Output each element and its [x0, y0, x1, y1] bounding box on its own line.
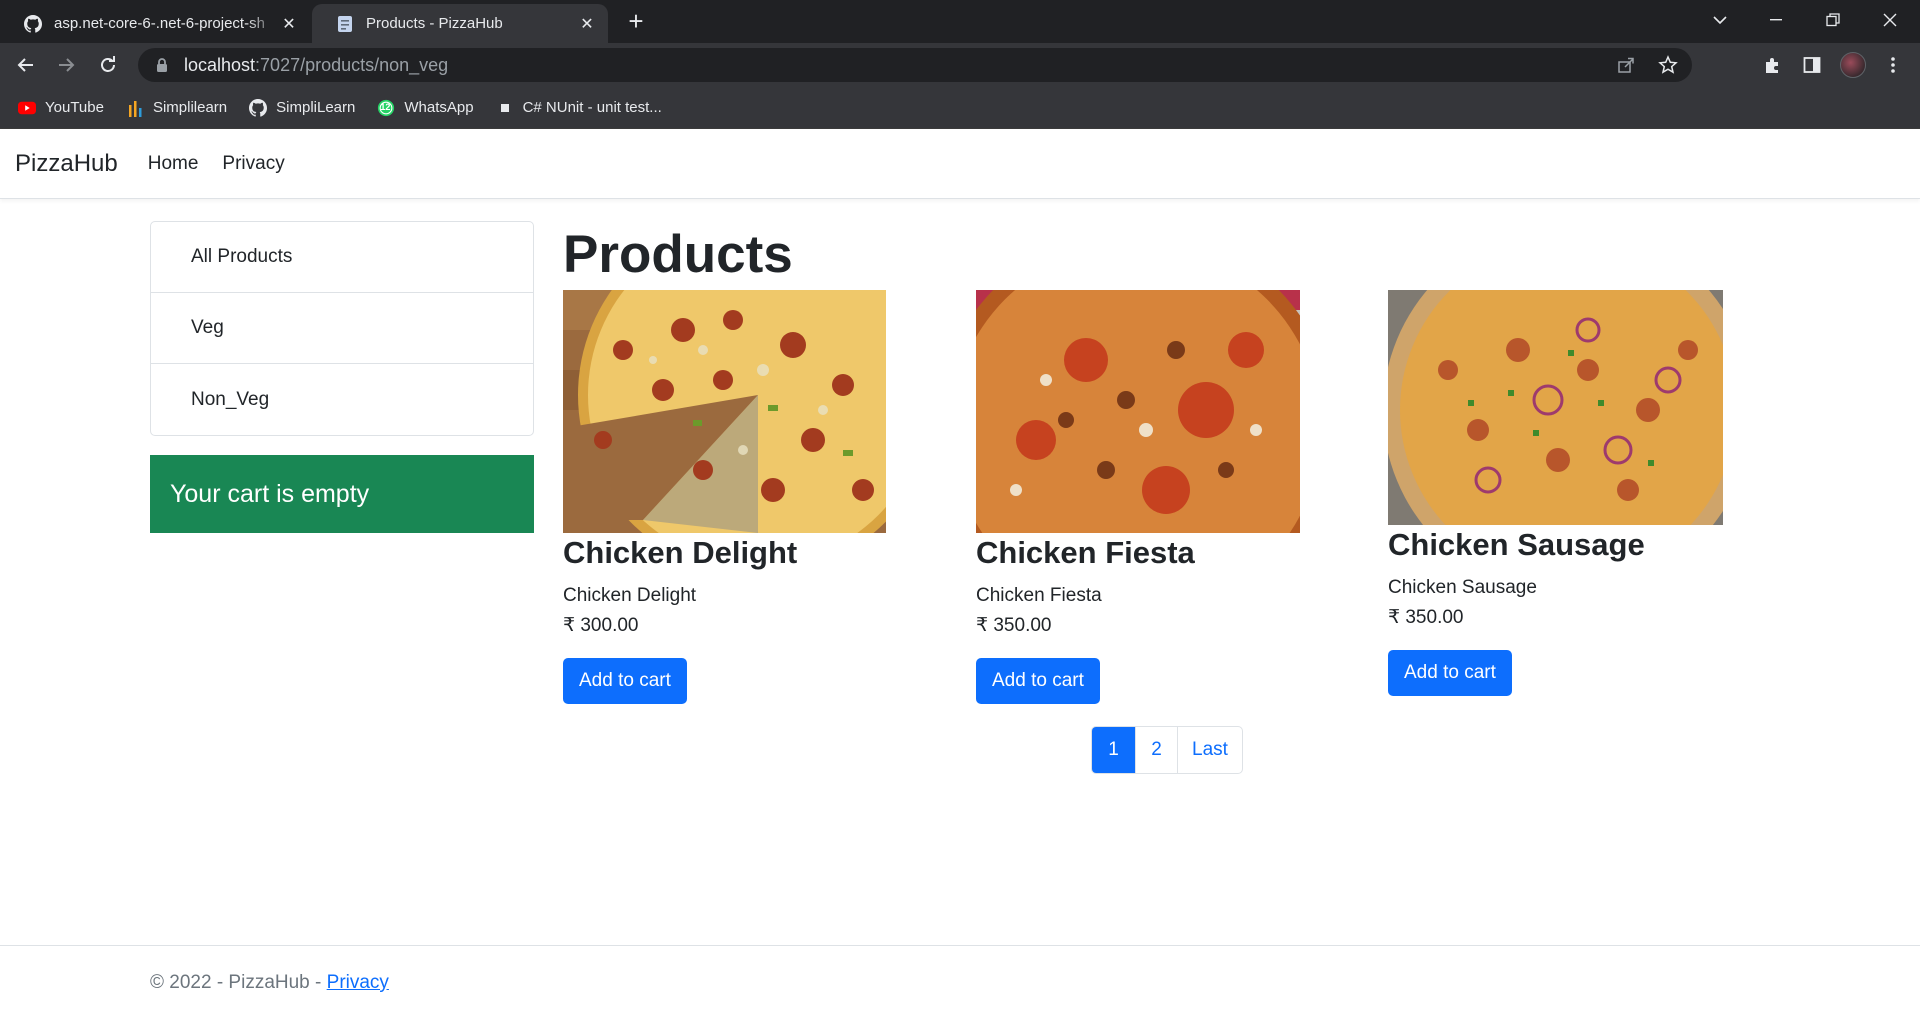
site-navbar: PizzaHub Home Privacy: [0, 129, 1920, 199]
close-tab-icon[interactable]: ✕: [280, 15, 298, 33]
address-bar[interactable]: localhost:7027/products/non_veg: [138, 48, 1692, 82]
site-footer: © 2022 - PizzaHub - Privacy: [0, 945, 1920, 1020]
browser-tabstrip: asp.net-core-6-.net-6-project-sh ✕ Produ…: [0, 0, 1920, 43]
square-icon: [496, 99, 514, 117]
category-non-veg[interactable]: Non_Veg: [151, 364, 533, 435]
product-description: Chicken Delight: [563, 585, 697, 606]
product-card: Chicken Sausage Chicken Sausage ₹ 350.00…: [1388, 290, 1723, 696]
cart-summary[interactable]: Your cart is empty: [150, 455, 534, 533]
youtube-icon: [18, 99, 36, 117]
bar-chart-icon: [126, 99, 144, 117]
bookmark-simplilearn-github[interactable]: SimpliLearn: [249, 98, 356, 117]
category-list: All Products Veg Non_Veg: [150, 221, 534, 436]
star-icon[interactable]: [1656, 53, 1680, 77]
bookmarks-bar: YouTube Simplilearn SimpliLearn 12 Whats…: [0, 87, 1920, 129]
product-price: ₹ 350.00: [976, 615, 1052, 636]
bookmark-label: SimpliLearn: [276, 99, 356, 116]
menu-kebab-icon[interactable]: [1879, 51, 1907, 79]
bookmark-nunit[interactable]: C# NUnit - unit test...: [496, 99, 662, 117]
bookmark-label: YouTube: [45, 99, 104, 116]
web-page: PizzaHub Home Privacy All Products Veg N…: [0, 129, 1920, 1020]
product-name: Chicken Fiesta: [976, 535, 1195, 570]
bookmark-label: C# NUnit - unit test...: [522, 99, 662, 116]
product-image-chicken-delight[interactable]: [563, 290, 886, 533]
brand-logo[interactable]: PizzaHub: [15, 150, 118, 178]
page-button-2[interactable]: 2: [1135, 727, 1177, 773]
product-price: ₹ 300.00: [563, 615, 639, 636]
url-text: localhost:7027/products/non_veg: [184, 55, 448, 76]
url-host: localhost: [184, 54, 256, 75]
new-tab-icon[interactable]: +: [622, 8, 650, 36]
tab-title: Products - PizzaHub: [366, 15, 503, 32]
product-card: Chicken Delight Chicken Delight ₹ 300.00…: [563, 290, 886, 704]
page-button-1[interactable]: 1: [1092, 727, 1135, 773]
add-to-cart-button[interactable]: Add to cart: [563, 658, 687, 704]
bookmark-label: Simplilearn: [152, 99, 228, 116]
page-button-last[interactable]: Last: [1177, 727, 1242, 773]
page-title: Products: [563, 225, 793, 284]
back-arrow-icon[interactable]: [12, 51, 40, 79]
bookmark-whatsapp[interactable]: 12 WhatsApp: [377, 99, 474, 117]
tab-title: asp.net-core-6-.net-6-project-sh: [54, 15, 265, 32]
github-icon: [249, 98, 268, 117]
extensions-icon[interactable]: [1758, 51, 1786, 79]
footer-copyright: © 2022 - PizzaHub -: [150, 972, 327, 993]
url-path: :7027/products/non_veg: [255, 54, 449, 75]
minimize-icon[interactable]: [1748, 0, 1804, 40]
browser-tab-products[interactable]: Products - PizzaHub ✕: [312, 4, 608, 43]
pagination: 1 2 Last: [1091, 726, 1243, 774]
side-panel-icon[interactable]: [1798, 51, 1826, 79]
nav-link-home[interactable]: Home: [148, 153, 199, 175]
product-image-chicken-sausage[interactable]: [1388, 290, 1723, 525]
reload-icon[interactable]: [94, 51, 122, 79]
bookmark-youtube[interactable]: YouTube: [18, 99, 104, 117]
browser-tab-github[interactable]: asp.net-core-6-.net-6-project-sh ✕: [0, 4, 310, 43]
share-icon[interactable]: [1614, 53, 1638, 77]
whatsapp-badge: 12: [380, 101, 391, 112]
restore-icon[interactable]: [1805, 0, 1861, 40]
nav-link-privacy[interactable]: Privacy: [222, 153, 284, 175]
profile-avatar-icon[interactable]: [1839, 51, 1867, 79]
lock-icon[interactable]: [154, 57, 170, 73]
page-icon: [336, 15, 354, 33]
close-window-icon[interactable]: [1862, 0, 1918, 40]
footer-privacy-link[interactable]: Privacy: [327, 972, 389, 994]
product-description: Chicken Fiesta: [976, 585, 1102, 606]
product-card: Chicken Fiesta Chicken Fiesta ₹ 350.00 A…: [976, 290, 1300, 704]
add-to-cart-button[interactable]: Add to cart: [976, 658, 1100, 704]
bookmark-simplilearn[interactable]: Simplilearn: [126, 99, 227, 117]
forward-arrow-icon[interactable]: [52, 51, 80, 79]
product-name: Chicken Sausage: [1388, 527, 1645, 562]
tab-search-icon[interactable]: [1692, 0, 1748, 40]
category-veg[interactable]: Veg: [151, 293, 533, 364]
add-to-cart-button[interactable]: Add to cart: [1388, 650, 1512, 696]
product-name: Chicken Delight: [563, 535, 798, 570]
close-tab-icon[interactable]: ✕: [578, 15, 596, 33]
category-all-products[interactable]: All Products: [151, 222, 533, 293]
github-icon: [24, 14, 42, 33]
browser-toolbar: localhost:7027/products/non_veg: [0, 43, 1920, 87]
product-price: ₹ 350.00: [1388, 607, 1464, 628]
whatsapp-icon: 12: [377, 99, 395, 117]
product-image-chicken-fiesta[interactable]: [976, 290, 1300, 533]
bookmark-label: WhatsApp: [404, 99, 474, 116]
product-description: Chicken Sausage: [1388, 577, 1537, 598]
